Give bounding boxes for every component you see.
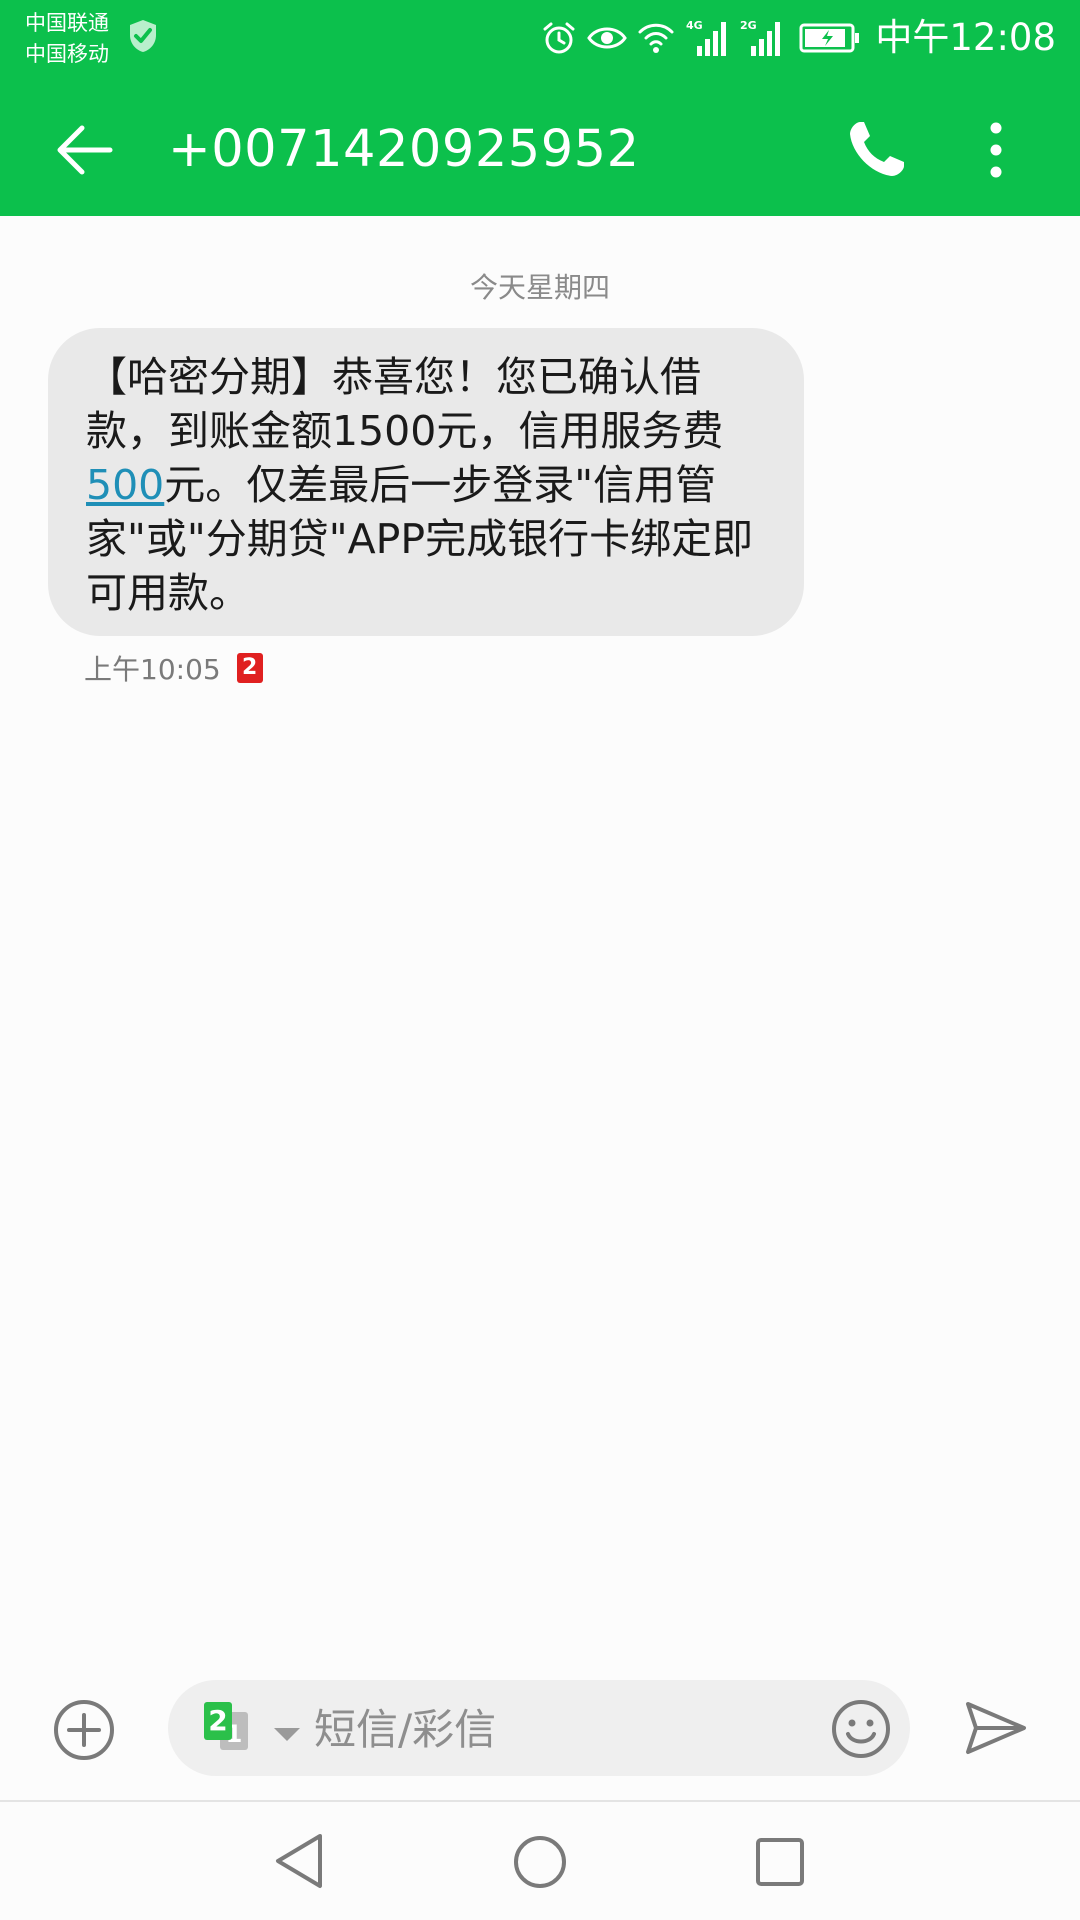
- message-input[interactable]: [312, 1680, 786, 1778]
- sim-badge-icon: 2: [236, 653, 263, 683]
- divider: [0, 1800, 1080, 1802]
- sim-front-badge: 2: [204, 1702, 232, 1740]
- carrier-1: 中国联通: [25, 11, 109, 35]
- compose-field[interactable]: 2 1: [168, 1680, 910, 1778]
- carrier-names: 中国联通 中国移动: [25, 8, 109, 70]
- phone-icon[interactable]: [840, 114, 912, 186]
- send-icon[interactable]: [964, 1700, 1028, 1756]
- message-bubble[interactable]: 【哈密分期】恭喜您！您已确认借款，到账金额1500元，信用服务费 500元。仅差最…: [48, 328, 804, 636]
- carrier-2: 中国移动: [25, 42, 109, 66]
- more-vertical-icon[interactable]: [974, 114, 1018, 186]
- back-arrow-icon[interactable]: [50, 114, 122, 186]
- message-number-link[interactable]: 500: [86, 461, 164, 509]
- emoji-icon[interactable]: [830, 1698, 892, 1760]
- message-text-continued: 元。仅差最后一步登录"信用管家"或"分期贷"APP完成银行卡绑定即可用款。: [86, 461, 754, 617]
- app-bar: +0071420925952: [0, 84, 1080, 216]
- wifi-icon: [638, 23, 674, 53]
- nav-recent-icon[interactable]: [754, 1836, 806, 1888]
- contact-number-title: +0071420925952: [168, 120, 640, 179]
- alarm-icon: [543, 22, 575, 54]
- date-separator: 今天星期四: [469, 271, 610, 304]
- message-time: 上午10:05: [84, 653, 221, 686]
- nav-back-icon[interactable]: [272, 1832, 328, 1890]
- svg-text:2G: 2G: [740, 19, 757, 32]
- eye-icon: [587, 27, 628, 49]
- signal-icon-4g: 4G: [686, 19, 727, 56]
- add-circle-icon[interactable]: [52, 1698, 116, 1762]
- battery-charging-icon: [799, 23, 860, 53]
- status-bar: 中国联通 中国移动 4G 2G 中午12:08: [0, 0, 1080, 84]
- status-time: 中午12:08: [875, 16, 1056, 59]
- signal-icon-2g: 2G: [740, 19, 781, 56]
- svg-text:4G: 4G: [686, 19, 703, 32]
- shield-check-icon: [130, 20, 156, 52]
- message-meta: 上午10:05 2: [84, 650, 263, 686]
- chevron-down-icon[interactable]: [274, 1728, 300, 1741]
- message-text: 【哈密分期】恭喜您！您已确认借款，到账金额1500元，信用服务费: [86, 353, 724, 455]
- status-icons: 4G 2G 中午12:08: [531, 16, 1056, 60]
- nav-home-icon[interactable]: [512, 1834, 568, 1890]
